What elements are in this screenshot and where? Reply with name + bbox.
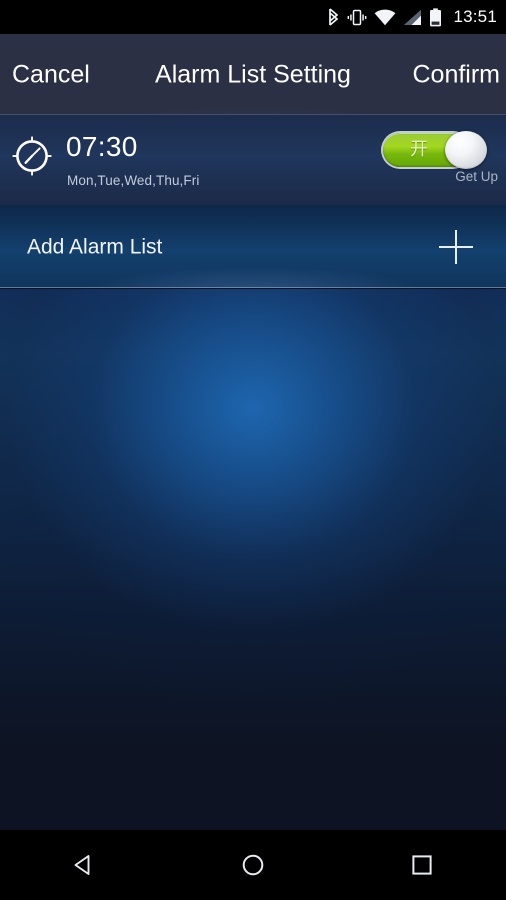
cancel-button[interactable]: Cancel: [12, 62, 90, 87]
vibrate-icon: [347, 9, 367, 26]
wifi-icon: [374, 9, 396, 26]
alarm-name-label: Get Up: [455, 169, 498, 184]
status-bar-clock: 13:51: [453, 7, 497, 26]
page-title: Alarm List Setting: [155, 60, 351, 88]
home-icon[interactable]: [223, 835, 283, 895]
add-alarm-list-row[interactable]: Add Alarm List: [0, 205, 506, 288]
empty-content-area: [0, 289, 506, 830]
confirm-button[interactable]: Confirm: [412, 62, 500, 87]
back-icon[interactable]: [54, 835, 114, 895]
alarm-enabled-toggle[interactable]: 开: [383, 131, 491, 169]
cellular-signal-icon: [403, 9, 422, 26]
alarm-repeat-days: Mon,Tue,Wed,Thu,Fri: [67, 173, 200, 188]
clock-icon: [11, 135, 53, 177]
bluetooth-icon: [327, 8, 340, 26]
alarm-time: 07:30: [66, 131, 138, 162]
toggle-thumb[interactable]: [445, 131, 487, 169]
phone-screen: 13:51 Cancel Alarm List Setting Confirm …: [0, 0, 506, 900]
recents-icon[interactable]: [392, 835, 452, 895]
add-alarm-list-label: Add Alarm List: [27, 235, 163, 258]
status-bar: 13:51: [0, 0, 506, 34]
battery-icon: [429, 7, 442, 27]
action-bar: Cancel Alarm List Setting Confirm: [0, 34, 506, 115]
navigation-bar: [0, 830, 506, 900]
plus-icon[interactable]: [439, 229, 473, 264]
